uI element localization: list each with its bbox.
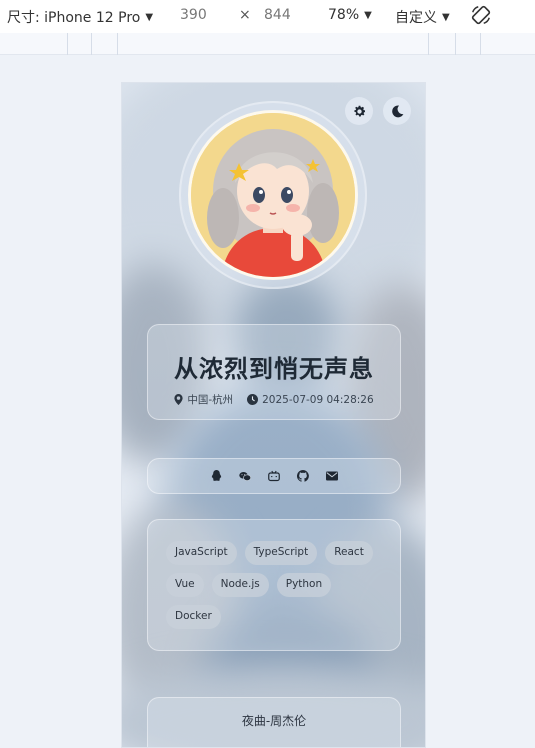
times-sign: × xyxy=(239,7,251,23)
datetime-text: 2025-07-09 04:28:26 xyxy=(262,393,374,406)
tag-item[interactable]: Python xyxy=(276,573,332,597)
tag-item[interactable]: TypeScript xyxy=(244,541,318,565)
gear-icon xyxy=(353,105,365,116)
chevron-down-icon: ▼ xyxy=(442,11,450,23)
location-info: 中国-杭州 xyxy=(174,392,233,407)
tag-list: JavaScript TypeScript React Vue Node.js Pytho… xyxy=(148,520,400,629)
device-select[interactable]: 尺寸: iPhone 12 Pro ▼ xyxy=(7,7,153,27)
device-viewport: 从浓烈到悄无声息 中国-杭州 2025-07-09 04:28:26 JavaS… xyxy=(121,82,426,748)
qq-icon[interactable] xyxy=(210,470,222,482)
bilibili-icon[interactable] xyxy=(268,470,280,482)
now-playing: 夜曲-周杰伦 xyxy=(241,714,307,728)
height-input[interactable]: 844 xyxy=(264,7,291,23)
tag-item[interactable]: Node.js xyxy=(211,573,269,597)
datetime-info: 2025-07-09 04:28:26 xyxy=(247,392,374,407)
profile-card: 从浓烈到悄无声息 中国-杭州 2025-07-09 04:28:26 xyxy=(147,324,401,420)
height-value: 844 xyxy=(264,7,291,23)
top-actions xyxy=(345,97,411,125)
location-text: 中国-杭州 xyxy=(187,394,234,406)
avatar-frame xyxy=(179,101,367,289)
tag-item[interactable]: Vue xyxy=(166,573,204,597)
social-links-card xyxy=(147,458,401,494)
skills-card: JavaScript TypeScript React Vue Node.js Pytho… xyxy=(147,519,401,651)
location-pin-icon xyxy=(174,394,183,405)
settings-button[interactable] xyxy=(345,97,373,125)
page-title: 从浓烈到悄无声息 xyxy=(174,355,374,383)
tag-item[interactable]: React xyxy=(325,541,373,565)
chevron-down-icon: ▼ xyxy=(145,11,154,23)
mail-icon[interactable] xyxy=(326,470,338,482)
profile-meta: 中国-杭州 2025-07-09 04:28:26 xyxy=(148,392,400,407)
moon-icon xyxy=(391,104,403,117)
tag-item[interactable]: JavaScript xyxy=(166,541,237,565)
device-label: 尺寸: iPhone 12 Pro xyxy=(7,10,141,26)
chevron-down-icon: ▼ xyxy=(364,9,372,21)
width-value: 390 xyxy=(180,7,207,23)
zoom-select[interactable]: 78% ▼ xyxy=(328,7,372,23)
github-icon[interactable] xyxy=(297,470,309,482)
avatar[interactable] xyxy=(188,110,358,280)
tag-item[interactable]: Docker xyxy=(166,605,221,629)
theme-toggle-button[interactable] xyxy=(383,97,411,125)
device-toolbar: 尺寸: iPhone 12 Pro ▼ 390 × 844 78% ▼ 自定义 … xyxy=(0,0,535,33)
rotate-icon[interactable] xyxy=(470,4,492,26)
clock-icon xyxy=(247,394,259,405)
throttle-select[interactable]: 自定义 ▼ xyxy=(395,7,450,27)
throttle-value: 自定义 xyxy=(395,10,437,26)
wechat-icon[interactable] xyxy=(239,470,251,482)
zoom-value: 78% xyxy=(328,7,360,23)
media-query-ruler xyxy=(0,33,535,55)
music-card: 夜曲-周杰伦 xyxy=(147,697,401,747)
width-input[interactable]: 390 xyxy=(180,7,207,23)
